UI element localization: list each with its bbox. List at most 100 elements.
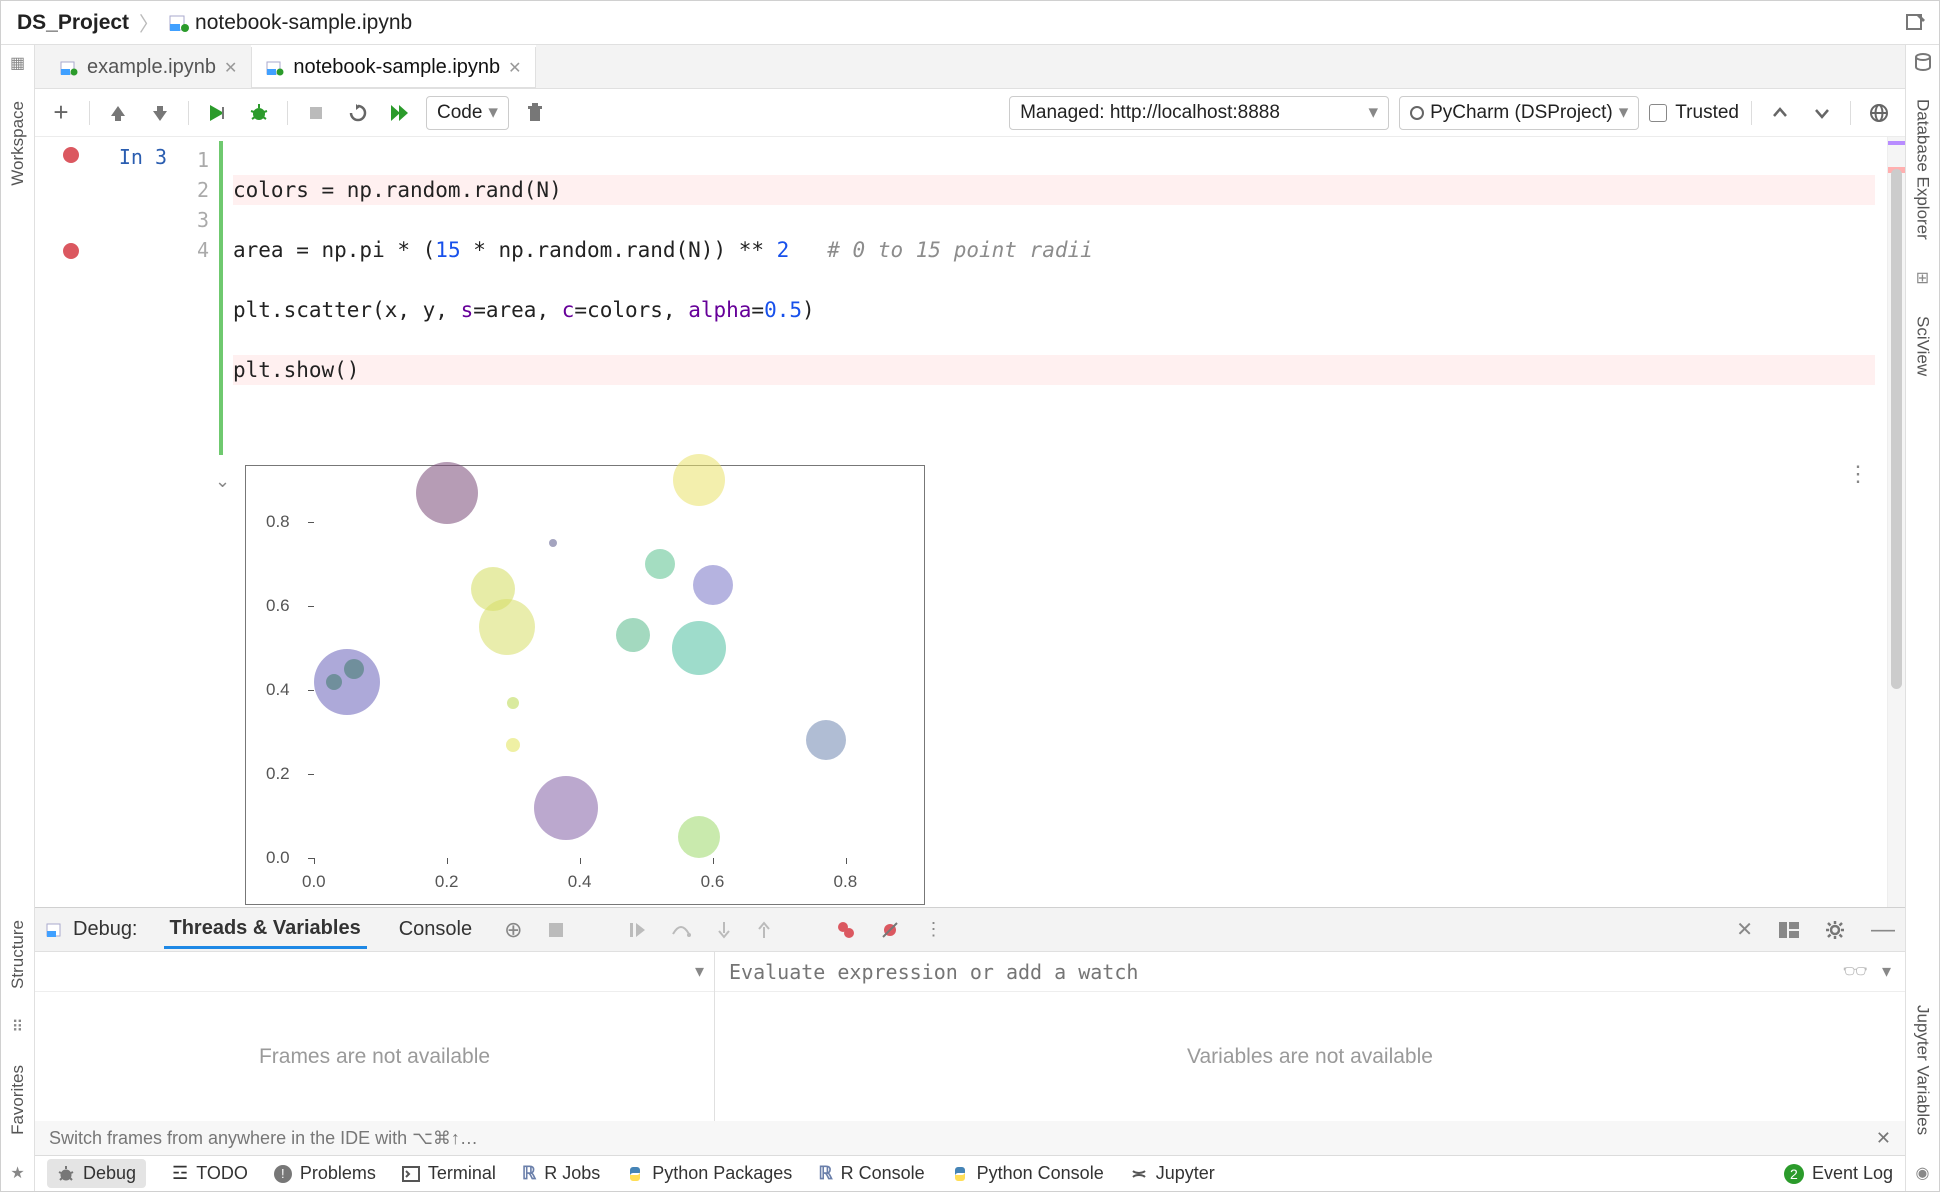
tab-threads-variables[interactable]: Threads & Variables	[164, 911, 367, 949]
glasses-icon[interactable]: 👓︎	[1843, 959, 1868, 984]
browser-icon[interactable]	[1863, 97, 1895, 129]
data-point	[549, 539, 557, 547]
trusted-checkbox[interactable]: Trusted	[1649, 102, 1739, 124]
layout-icon[interactable]	[1779, 922, 1799, 938]
tool-workspace[interactable]: Workspace	[8, 95, 28, 192]
jupyter-icon: ◉	[1916, 1163, 1930, 1183]
data-point	[534, 776, 598, 840]
interrupt-button[interactable]	[300, 97, 332, 129]
mute-breakpoints-icon[interactable]	[881, 921, 899, 939]
step-into-icon[interactable]	[717, 921, 731, 939]
status-event-log[interactable]: 2Event Log	[1784, 1163, 1893, 1184]
status-debug[interactable]: Debug	[47, 1159, 146, 1188]
status-todo[interactable]: ☲TODO	[172, 1163, 248, 1184]
debug-panel: Debug: Threads & Variables Console ⊕ ⋮	[35, 907, 1905, 1155]
tab-example[interactable]: example.ipynb ✕	[45, 45, 251, 88]
ipynb-icon	[169, 13, 189, 33]
delete-cell-button[interactable]	[519, 97, 551, 129]
view-breakpoints-icon[interactable]	[837, 921, 855, 939]
marker-icon	[1888, 141, 1905, 145]
code-cell[interactable]: In 3 1 2 3 4 colors = np.random.rand(N) …	[35, 141, 1887, 455]
breakpoint-icon[interactable]	[63, 243, 79, 259]
edit-configurations-icon[interactable]	[1905, 12, 1927, 34]
debug-title: Debug:	[45, 918, 138, 941]
scroll-thumb[interactable]	[1891, 169, 1902, 689]
close-panel-icon[interactable]: ✕	[1736, 917, 1753, 942]
editor[interactable]: ✔ In 3 1 2 3 4	[35, 137, 1887, 907]
close-icon[interactable]: ✕	[1876, 1128, 1891, 1149]
restart-button[interactable]	[342, 97, 374, 129]
x-tick-label: 0.2	[435, 872, 459, 892]
y-tick-label: 0.0	[266, 848, 290, 868]
minimize-icon[interactable]: —	[1871, 925, 1895, 935]
tool-sciview[interactable]: SciView	[1913, 310, 1933, 382]
expand-up-button[interactable]	[1764, 97, 1796, 129]
status-problems[interactable]: !Problems	[274, 1163, 376, 1184]
data-point	[672, 621, 726, 675]
star-icon: ★	[10, 1163, 24, 1183]
x-tick-label: 0.6	[701, 872, 725, 892]
jupyter-icon	[1130, 1165, 1148, 1183]
status-bar: Debug ☲TODO !Problems Terminal ℝR Jobs P…	[35, 1155, 1905, 1191]
close-icon[interactable]: ✕	[224, 58, 237, 78]
tool-favorites[interactable]: Favorites	[8, 1059, 28, 1141]
run-cell-button[interactable]	[201, 97, 233, 129]
chevron-down-icon[interactable]: ▾	[695, 961, 704, 982]
stop-icon[interactable]	[549, 923, 563, 937]
output-cell: ⌄ 0.00.20.40.60.80.00.20.40.60.8 ⋮	[35, 455, 1887, 905]
code-content[interactable]: colors = np.random.rand(N) area = np.pi …	[223, 141, 1887, 455]
step-out-icon[interactable]	[757, 921, 771, 939]
cell-type-dropdown[interactable]: Code ▾	[426, 96, 509, 130]
breadcrumb-project[interactable]: DS_Project	[13, 11, 133, 35]
chevron-down-icon[interactable]: ▾	[1882, 961, 1891, 982]
tab-notebook-sample[interactable]: notebook-sample.ipynb ✕	[251, 45, 535, 88]
add-cell-button[interactable]: +	[45, 97, 77, 129]
more-icon[interactable]: ⋮	[925, 919, 943, 940]
debug-cell-button[interactable]	[243, 97, 275, 129]
tool-structure[interactable]: Structure	[8, 914, 28, 995]
breadcrumb: DS_Project 〉 notebook-sample.ipynb	[1, 1, 1939, 45]
line-numbers: 1 2 3 4	[177, 141, 219, 455]
tool-jupyter-variables[interactable]: Jupyter Variables	[1913, 999, 1933, 1141]
data-point	[479, 599, 535, 655]
tab-console[interactable]: Console	[393, 912, 478, 947]
gutter[interactable]	[35, 141, 107, 455]
bug-icon	[57, 1165, 75, 1183]
grid-icon: ⊞	[1916, 268, 1929, 288]
status-python-console[interactable]: Python Console	[951, 1163, 1104, 1184]
database-icon	[1914, 53, 1932, 71]
ipynb-icon	[45, 920, 65, 940]
resume-icon[interactable]	[629, 922, 645, 938]
collapse-output-icon[interactable]: ⌄	[215, 465, 245, 905]
data-point	[645, 549, 675, 579]
y-tick-label: 0.2	[266, 764, 290, 784]
kernel-dropdown[interactable]: Managed: http://localhost:8888 ▾	[1009, 96, 1389, 130]
chevron-down-icon: ▾	[1619, 101, 1629, 124]
chevron-down-icon: ▾	[1369, 101, 1379, 124]
status-rjobs[interactable]: ℝR Jobs	[522, 1163, 600, 1184]
status-r-console[interactable]: ℝR Console	[818, 1163, 924, 1184]
status-jupyter[interactable]: Jupyter	[1130, 1163, 1215, 1184]
gear-icon[interactable]	[1825, 920, 1845, 940]
y-tick-label: 0.6	[266, 596, 290, 616]
breadcrumb-file[interactable]: notebook-sample.ipynb	[165, 11, 416, 35]
step-over-icon[interactable]	[671, 922, 691, 938]
move-down-button[interactable]	[144, 97, 176, 129]
status-terminal[interactable]: Terminal	[402, 1163, 496, 1184]
breakpoint-icon[interactable]	[63, 147, 79, 163]
add-tab-icon[interactable]: ⊕	[504, 917, 522, 943]
data-point	[693, 565, 733, 605]
warning-icon: !	[274, 1165, 292, 1183]
status-python-packages[interactable]: Python Packages	[626, 1163, 792, 1184]
run-all-button[interactable]	[384, 97, 416, 129]
scrollbar[interactable]	[1887, 137, 1905, 907]
tool-database-explorer[interactable]: Database Explorer	[1913, 93, 1933, 246]
move-up-button[interactable]	[102, 97, 134, 129]
watch-input[interactable]	[729, 960, 1843, 984]
close-icon[interactable]: ✕	[508, 58, 521, 78]
hint-bar: Switch frames from anywhere in the IDE w…	[35, 1121, 1905, 1155]
interpreter-dropdown[interactable]: PyCharm (DSProject) ▾	[1399, 96, 1639, 130]
expand-down-button[interactable]	[1806, 97, 1838, 129]
terminal-icon	[402, 1166, 420, 1182]
more-icon[interactable]: ⋮	[1847, 461, 1869, 487]
